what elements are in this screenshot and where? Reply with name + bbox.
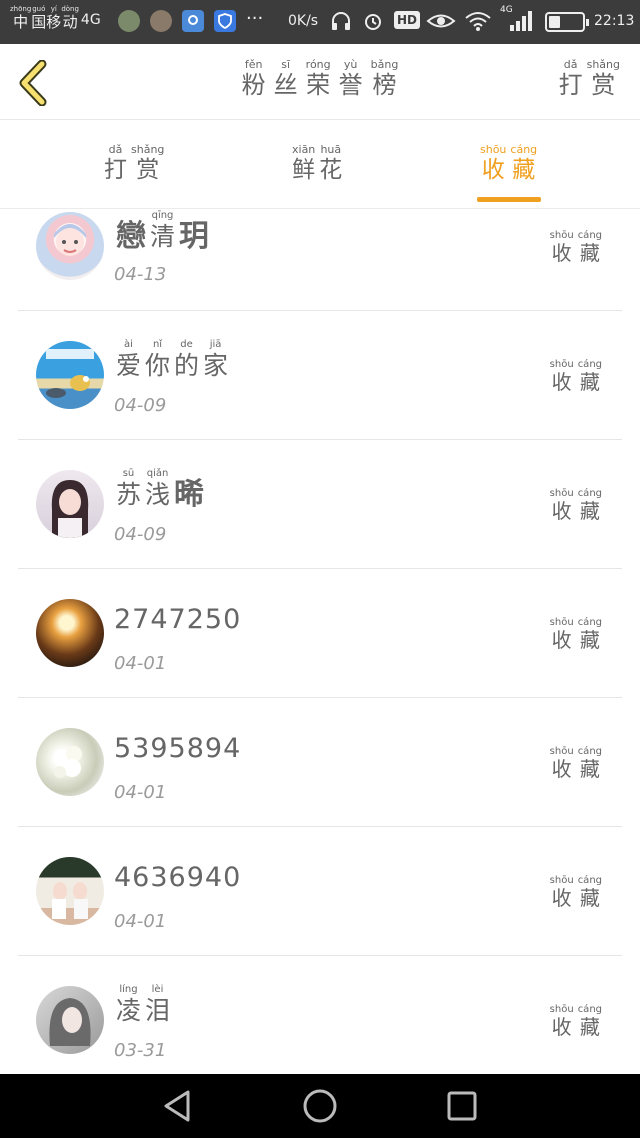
girl-portrait-avatar [36,470,104,538]
network-speed: 0K/s [288,13,319,29]
recents-nav-button[interactable] [444,1088,480,1128]
anime-girl-avatar [36,212,104,280]
back-nav-button[interactable] [160,1088,196,1128]
favorite-action-label: shōu 收 cáng 藏 [549,359,602,394]
user-name: líng 凌 lèi 泪 [116,984,171,1025]
tab-flowers[interactable]: xiān 鲜 huā 花 [290,143,344,184]
favorite-date: 04-13 [114,264,167,285]
triangle-back-icon [164,1090,190,1122]
user-name: ài 爱 nǐ 你 de 的 jiā 家 [116,339,229,380]
circle-home-icon [303,1089,337,1123]
square-recents-icon [447,1091,477,1121]
favorite-date: 04-09 [114,395,167,416]
favorite-action-label: shōu 收 cáng 藏 [549,488,602,523]
white-flowers-avatar [36,728,104,796]
favorites-list: 戀 qīng 清 玥 04-13 shōu 收 cáng 藏 ài 爱 nǐ 你 de 的 … [0,209,640,1074]
user-name: 2747250 [114,604,242,635]
signal-strength-icon [508,10,534,32]
user-name: sū 苏 qiǎn 浅 晞 [116,468,205,512]
shield-app-icon [214,10,236,32]
system-nav-bar [0,1074,640,1138]
favorite-date: 04-01 [114,653,167,674]
favorite-action-label: shōu 收 cáng 藏 [549,746,602,781]
app-notification-icon [118,10,140,32]
grey-hair-girl-avatar [36,986,104,1054]
favorite-date: 04-01 [114,782,167,803]
favorite-date: 03-31 [114,1040,167,1061]
app-notification-icon [150,10,172,32]
list-item[interactable]: 4636940 04-01 shōu 收 cáng 藏 [18,827,622,956]
favorite-action-label: shōu 收 cáng 藏 [549,875,602,910]
status-bar: zhōng 中 guó 国 yí 移 dòng 动 4G ··· 0K/s HD 4G … [0,0,640,44]
user-name: 戀 qīng 清 玥 [116,210,210,254]
page-title: fěn 粉 sī 丝 róng 荣 yù 誉 bǎng 榜 [241,58,399,99]
clock: 22:13 [594,13,635,29]
battery-level [549,16,560,28]
home-nav-button[interactable] [302,1088,338,1128]
couple-photo-avatar [36,857,104,925]
list-item[interactable]: 2747250 04-01 shōu 收 cáng 藏 [18,569,622,698]
user-name: 4636940 [114,862,242,893]
active-tab-indicator [477,197,541,202]
reward-button[interactable]: dǎ 打 shǎng 赏 [557,58,622,99]
user-name: 5395894 [114,733,242,764]
headphones-icon [330,10,352,32]
wifi-icon [463,10,493,32]
location-app-icon [182,10,204,32]
list-item[interactable]: 戀 qīng 清 玥 04-13 shōu 收 cáng 藏 [18,209,622,311]
tab-reward[interactable]: dǎ 打 shǎng 赏 [102,143,166,184]
network-type: 4G [80,12,101,28]
carrier-label: zhōng 中 guó 国 yí 移 dòng 动 4G [10,5,101,31]
hd-icon: HD [394,11,421,29]
alarm-icon [362,10,384,32]
list-item[interactable]: líng 凌 lèi 泪 03-31 shōu 收 cáng 藏 [18,956,622,1074]
favorite-action-label: shōu 收 cáng 藏 [549,1004,602,1039]
list-item[interactable]: sū 苏 qiǎn 浅 晞 04-09 shōu 收 cáng 藏 [18,440,622,569]
tab-bar: dǎ 打 shǎng 赏 xiān 鲜 huā 花 shōu 收 cáng 藏 [0,121,640,209]
eye-comfort-icon [426,10,456,32]
sunset-silhouette-avatar [36,599,104,667]
favorite-date: 04-01 [114,911,167,932]
header-bar: fěn 粉 sī 丝 róng 荣 yù 誉 bǎng 榜 dǎ 打 shǎng 赏 [0,44,640,120]
list-item[interactable]: 5395894 04-01 shōu 收 cáng 藏 [18,698,622,827]
tab-favorites[interactable]: shōu 收 cáng 藏 [478,143,539,184]
favorite-action-label: shōu 收 cáng 藏 [549,617,602,652]
battery-icon [545,12,589,32]
list-item[interactable]: ài 爱 nǐ 你 de 的 jiā 家 04-09 shōu 收 cáng 藏 [18,311,622,440]
favorite-action-label: shōu 收 cáng 藏 [549,230,602,265]
more-notifications-icon: ··· [246,8,264,29]
cartoon-beach-avatar [36,341,104,409]
favorite-date: 04-09 [114,524,167,545]
